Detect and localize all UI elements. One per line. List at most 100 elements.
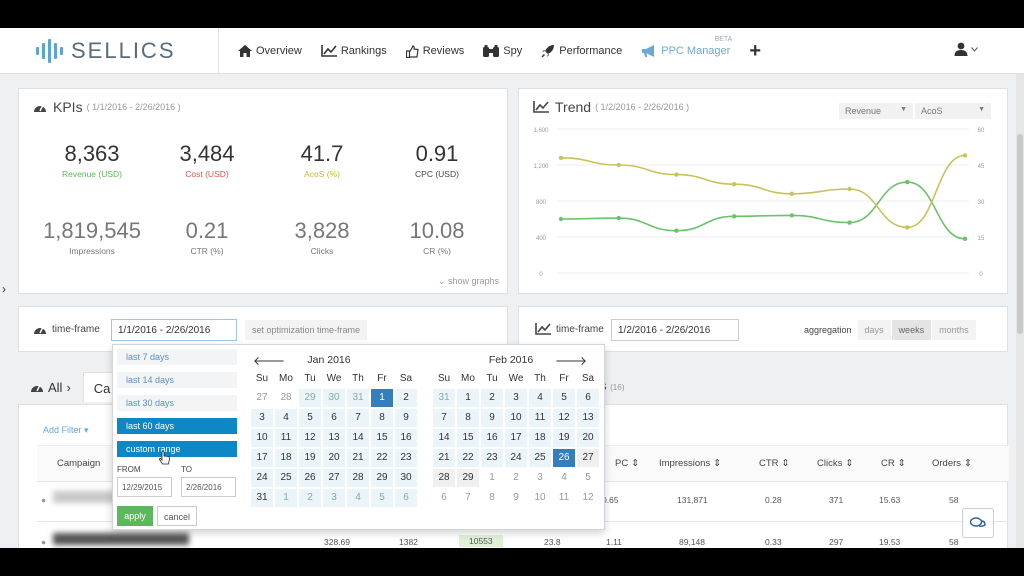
calendar-day[interactable]: 21 [433, 449, 455, 467]
calendar-day[interactable]: 7 [457, 489, 479, 507]
calendar-day[interactable]: 7 [433, 409, 455, 427]
calendar-day[interactable]: 19 [553, 429, 575, 447]
calendar-day[interactable]: 10 [505, 409, 527, 427]
calendar-day[interactable]: 9 [481, 409, 503, 427]
range-last-30-days[interactable]: last 30 days [117, 395, 237, 411]
timeframe-input[interactable]: 1/1/2016 - 2/26/2016 [111, 319, 237, 341]
calendar-day[interactable]: 12 [577, 489, 599, 507]
calendar-day[interactable]: 11 [553, 489, 575, 507]
series-1-point[interactable] [674, 172, 679, 177]
series-0-point[interactable] [905, 179, 910, 185]
calendar-day[interactable]: 31 [433, 389, 455, 407]
calendar-day[interactable]: 8 [371, 409, 393, 427]
calendar-day[interactable]: 26 [553, 449, 575, 467]
row-handle-icon[interactable]: ● [41, 495, 46, 505]
calendar-day[interactable]: 27 [323, 469, 345, 487]
calendar-day[interactable]: 16 [395, 429, 417, 447]
calendar-day[interactable]: 29 [299, 389, 321, 407]
calendar-day[interactable]: 6 [395, 489, 417, 507]
cancel-button[interactable]: cancel [157, 506, 197, 526]
calendar-day[interactable]: 10 [529, 489, 551, 507]
chat-button[interactable] [962, 508, 994, 538]
calendar-day[interactable]: 13 [577, 409, 599, 427]
calendar-day[interactable]: 1 [481, 469, 503, 487]
nav-overview[interactable]: Overview [238, 45, 302, 57]
calendar-day[interactable]: 22 [371, 449, 393, 467]
set-optimization-timeframe-button[interactable]: set optimization time-frame [245, 320, 368, 340]
calendar-day[interactable]: 20 [577, 429, 599, 447]
aggregation-months-button[interactable]: months [932, 320, 976, 340]
nav-performance[interactable]: Performance [541, 44, 622, 58]
calendar-day[interactable]: 8 [481, 489, 503, 507]
calendar-day[interactable]: 13 [323, 429, 345, 447]
calendar-day[interactable]: 1 [371, 389, 393, 407]
calendar-day[interactable]: 7 [347, 409, 369, 427]
calendar-day[interactable]: 4 [553, 469, 575, 487]
series-1-point[interactable] [847, 186, 852, 192]
calendar-day[interactable]: 28 [275, 389, 297, 407]
calendar-day[interactable]: 3 [529, 469, 551, 487]
range-custom[interactable]: custom range [117, 441, 237, 457]
aggregation-weeks-button[interactable]: weeks [891, 320, 932, 340]
calendar-day[interactable]: 6 [577, 389, 599, 407]
calendar-day[interactable]: 18 [529, 429, 551, 447]
nav-spy[interactable]: Spy [483, 45, 522, 57]
calendar-day[interactable]: 26 [299, 469, 321, 487]
calendar-day[interactable]: 27 [251, 389, 273, 407]
calendar-day[interactable]: 24 [505, 449, 527, 467]
series-0-point[interactable] [616, 215, 621, 221]
calendar-day[interactable]: 30 [395, 469, 417, 487]
logo[interactable]: SELLICS [36, 38, 176, 64]
series-0-point[interactable] [731, 214, 737, 219]
calendar-day[interactable]: 19 [299, 449, 321, 467]
calendar-day[interactable]: 16 [481, 429, 503, 447]
calendar-day[interactable]: 3 [505, 389, 527, 407]
calendar-day[interactable]: 12 [299, 429, 321, 447]
calendar-day[interactable]: 10 [251, 429, 273, 447]
calendar-day[interactable]: 8 [457, 409, 479, 427]
calendar-day[interactable]: 15 [457, 429, 479, 447]
series-1-point[interactable] [905, 225, 910, 230]
calendar-day[interactable]: 15 [371, 429, 393, 447]
calendar-day[interactable]: 1 [275, 489, 297, 507]
user-menu[interactable] [954, 42, 978, 56]
tab-all[interactable]: All › [30, 380, 71, 395]
calendar-day[interactable]: 2 [299, 489, 321, 507]
series-0-point[interactable] [558, 216, 564, 222]
sidebar-toggle-icon[interactable]: › [2, 282, 6, 296]
calendar-day[interactable]: 9 [395, 409, 417, 427]
to-date-input[interactable]: 2/26/2016 [181, 477, 236, 497]
calendar-day[interactable]: 6 [433, 489, 455, 507]
page-scrollbar[interactable] [1016, 74, 1024, 548]
calendar-day[interactable]: 29 [457, 469, 479, 487]
scrollbar-thumb[interactable] [1017, 134, 1023, 334]
calendar-day[interactable]: 11 [275, 429, 297, 447]
series-0-point[interactable] [674, 228, 679, 233]
row-handle-icon[interactable]: ● [41, 537, 46, 547]
calendar-day[interactable]: 9 [505, 489, 527, 507]
trend-metric-left-select[interactable]: Revenue ▼ [839, 103, 913, 119]
calendar-day[interactable]: 4 [347, 489, 369, 507]
nav-ppc-manager[interactable]: PPC Manager BETA [641, 36, 732, 58]
series-0-point[interactable] [847, 220, 852, 225]
calendar-day[interactable]: 1 [457, 389, 479, 407]
calendar-day[interactable]: 22 [457, 449, 479, 467]
calendar-day[interactable]: 23 [481, 449, 503, 467]
nav-reviews[interactable]: Reviews [405, 44, 464, 58]
add-nav-button[interactable]: + [749, 40, 761, 63]
series-1-point[interactable] [616, 162, 621, 168]
calendar-day[interactable]: 14 [347, 429, 369, 447]
trend-metric-right-select[interactable]: AcoS ▼ [915, 103, 991, 119]
calendar-day[interactable]: 25 [529, 449, 551, 467]
calendar-day[interactable]: 28 [433, 469, 455, 487]
calendar-day[interactable]: 21 [347, 449, 369, 467]
calendar-day[interactable]: 25 [275, 469, 297, 487]
calendar-day[interactable]: 29 [371, 469, 393, 487]
col-orders[interactable]: Orders ⇕ [932, 458, 972, 469]
series-0-point[interactable] [789, 213, 795, 218]
calendar-day[interactable]: 11 [529, 409, 551, 427]
col-clicks[interactable]: Clicks ⇕ [817, 458, 853, 469]
calendar-day[interactable]: 2 [481, 389, 503, 407]
aggregation-days-button[interactable]: days [857, 320, 891, 340]
series-0-point[interactable] [962, 236, 968, 241]
